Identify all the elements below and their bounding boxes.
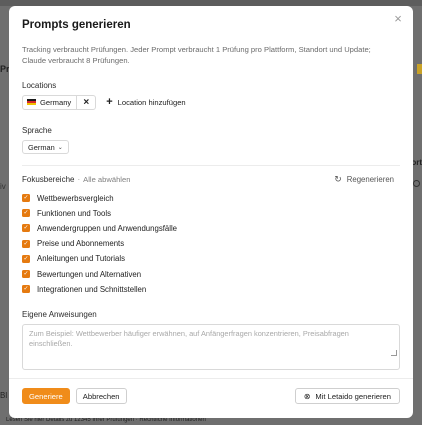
background-info-icon <box>413 180 420 187</box>
focus-item-label: Anleitungen und Tutorials <box>37 254 125 264</box>
language-label: Sprache <box>22 126 52 135</box>
checkbox-checked-icon[interactable]: ✓ <box>22 194 30 203</box>
locations-label: Locations <box>22 81 57 90</box>
background-text-fragment: iv <box>0 182 6 191</box>
regenerate-button[interactable]: ↻ Regenerieren <box>334 174 394 185</box>
background-accent-marker <box>417 64 422 74</box>
section-divider <box>22 164 400 166</box>
generate-button[interactable]: Generiere <box>22 388 70 404</box>
dialog-description: Tracking verbraucht Prüfungen. Jeder Pro… <box>22 45 371 65</box>
location-name: Germany <box>40 97 72 107</box>
focus-item[interactable]: ✓ Preise und Abonnements <box>22 236 400 251</box>
close-icon[interactable]: × <box>391 12 405 26</box>
dialog-title: Prompts generieren <box>22 19 131 31</box>
checkbox-checked-icon[interactable]: ✓ <box>22 239 30 248</box>
background-footer-text: Lesen Sie hier Details zu 12345 Ihrer Pr… <box>0 417 422 425</box>
location-chip-germany: Germany × <box>22 94 97 110</box>
ai-generate-button[interactable]: ⊗ Mit Letaido generieren <box>294 388 400 404</box>
focus-item[interactable]: ✓ Integrationen und Schnittstellen <box>22 282 400 297</box>
locations-row: Germany × + Location hinzufügen <box>22 94 400 110</box>
plus-icon: + <box>106 96 113 108</box>
checkbox-checked-icon[interactable]: ✓ <box>22 224 30 233</box>
add-location-label: Location hinzufügen <box>117 97 186 107</box>
location-chip-label: Germany <box>23 96 76 109</box>
chevron-down-icon: ⌄ <box>57 144 63 151</box>
focus-item[interactable]: ✓ Wettbewerbsvergleich <box>22 191 400 206</box>
focus-header: Fokusbereiche · Alle abwählen ↻ Regeneri… <box>22 174 400 185</box>
instructions-label: Eigene Anweisungen <box>22 309 97 319</box>
regenerate-label: Regenerieren <box>346 174 394 184</box>
checkbox-checked-icon[interactable]: ✓ <box>22 285 30 294</box>
focus-item-label: Funktionen und Tools <box>37 208 111 218</box>
footer-divider <box>9 378 413 379</box>
focus-item-label: Wettbewerbsvergleich <box>37 193 114 203</box>
language-select[interactable]: German ⌄ <box>22 140 69 154</box>
focus-item[interactable]: ✓ Bewertungen und Alternativen <box>22 266 400 281</box>
focus-item-label: Anwendergruppen und Anwendungsfälle <box>37 223 178 233</box>
resize-handle-icon[interactable] <box>391 350 397 356</box>
focus-item[interactable]: ✓ Anwendergruppen und Anwendungsfälle <box>22 221 400 236</box>
cancel-button[interactable]: Abbrechen <box>75 388 127 404</box>
remove-location-icon[interactable]: × <box>76 95 95 109</box>
refresh-icon: ↻ <box>334 173 342 184</box>
dialog-footer: Generiere Abbrechen ⊗ Mit Letaido generi… <box>22 388 400 404</box>
checkbox-checked-icon[interactable]: ✓ <box>22 254 30 263</box>
focus-item-label: Bewertungen und Alternativen <box>37 269 142 279</box>
add-location-button[interactable]: + Location hinzufügen <box>106 96 185 108</box>
flag-de-icon <box>27 99 36 105</box>
instructions-textarea[interactable] <box>22 323 400 370</box>
focus-item[interactable]: ✓ Funktionen und Tools <box>22 206 400 221</box>
checkbox-checked-icon[interactable]: ✓ <box>22 209 30 218</box>
focus-item[interactable]: ✓ Anleitungen und Tutorials <box>22 251 400 266</box>
deselect-all-link[interactable]: Alle abwählen <box>83 175 130 184</box>
focus-item-label: Preise und Abonnements <box>37 239 125 249</box>
focus-item-label: Integrationen und Schnittstellen <box>37 284 147 294</box>
focus-label: Fokusbereiche <box>22 174 75 184</box>
background-text-fragment-bottom: Bl <box>0 391 8 400</box>
focus-list: ✓ Wettbewerbsvergleich ✓ Funktionen und … <box>22 191 400 297</box>
ai-generate-label: Mit Letaido generieren <box>315 391 391 401</box>
checkbox-checked-icon[interactable]: ✓ <box>22 270 30 279</box>
focus-separator: · <box>77 174 81 184</box>
generate-prompts-dialog: × Prompts generieren Tracking verbraucht… <box>9 6 413 418</box>
language-value: German <box>28 142 55 152</box>
ai-sparkle-icon: ⊗ <box>303 391 311 401</box>
